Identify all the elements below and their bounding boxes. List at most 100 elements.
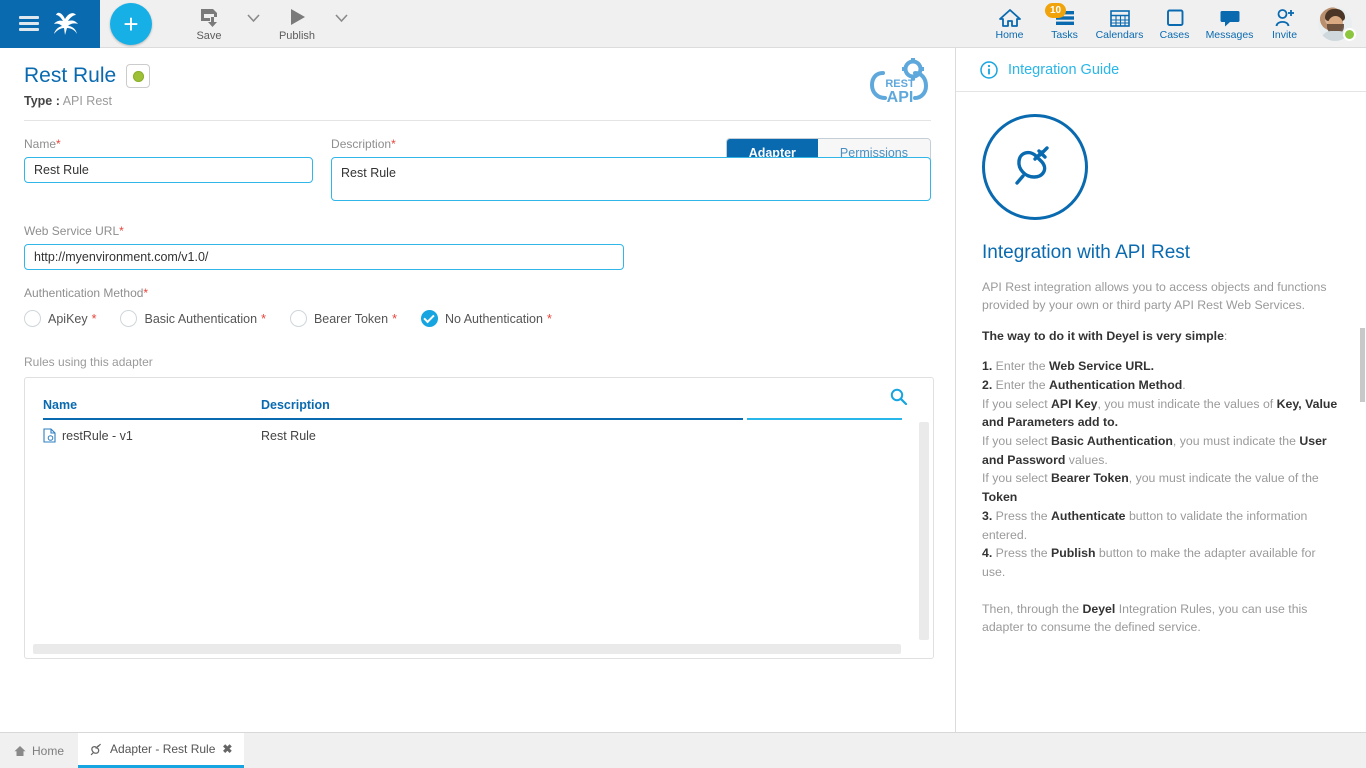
nav-messages[interactable]: Messages	[1202, 0, 1257, 48]
required-mark: *	[261, 312, 266, 326]
nav-invite[interactable]: Invite	[1257, 0, 1312, 48]
type-value: API Rest	[63, 94, 112, 108]
radio-bearer-token-label: Bearer Token	[314, 312, 388, 326]
step-4-number: 4.	[982, 546, 992, 560]
required-mark: *	[547, 312, 552, 326]
authentication-radio-row: ApiKey * Basic Authentication * Bearer T…	[24, 310, 931, 327]
integration-guide-body: Integration with API Rest API Rest integ…	[956, 92, 1366, 732]
publish-button[interactable]: Publish	[268, 6, 326, 42]
step-2-number: 2.	[982, 378, 992, 392]
required-mark: *	[92, 312, 97, 326]
table-row[interactable]: restRule - v1 Rest Rule	[25, 418, 933, 453]
type-label: Type :	[24, 94, 60, 108]
nav-home[interactable]: Home	[982, 0, 1037, 48]
guide-heading: Integration with API Rest	[982, 242, 1340, 264]
calendar-icon	[1109, 8, 1131, 28]
search-icon[interactable]	[890, 388, 907, 410]
guide-step-2: 2. Enter the Authentication Method.	[982, 376, 1340, 395]
info-icon	[980, 61, 998, 79]
publish-label: Publish	[279, 30, 315, 42]
nav-cases[interactable]: Cases	[1147, 0, 1202, 48]
close-icon[interactable]: ✖	[222, 742, 232, 756]
avatar[interactable]	[1312, 0, 1358, 48]
grid-horizontal-scrollbar[interactable]	[33, 644, 901, 654]
save-dropdown-chevron-down-icon[interactable]	[238, 14, 268, 33]
taskbar-home-item[interactable]: Home	[0, 733, 78, 768]
guide-step-1: 1. Enter the Web Service URL.	[982, 357, 1340, 376]
name-input[interactable]	[24, 157, 313, 183]
radio-no-authentication[interactable]: No Authentication *	[421, 310, 552, 327]
integration-guide-header: Integration Guide	[956, 48, 1366, 92]
required-mark: *	[143, 286, 148, 300]
hamburger-menu-icon[interactable]	[19, 16, 39, 31]
required-mark: *	[56, 137, 61, 151]
rules-grid-section: Rules using this adapter Name Descriptio…	[24, 355, 931, 659]
guide-note-apikey: If you select API Key, you must indicate…	[982, 395, 1340, 432]
adapter-form: Name* Description* Rest Rule Web Service…	[0, 121, 955, 659]
guide-outro: Then, through the Deyel Integration Rule…	[982, 600, 1340, 637]
url-field-group: Web Service URL*	[24, 224, 624, 270]
integration-guide-panel: Integration Guide Integration with API R…	[956, 48, 1366, 732]
row-description-cell: Rest Rule	[261, 429, 915, 443]
required-mark: *	[391, 137, 396, 151]
radio-basic-authentication-label: Basic Authentication	[144, 312, 257, 326]
nav-invite-label: Invite	[1272, 29, 1297, 41]
save-button[interactable]: Save	[180, 6, 238, 42]
grid-header-underline-search	[747, 418, 902, 420]
nav-tasks[interactable]: 10 Tasks	[1037, 0, 1092, 48]
plug-icon	[982, 114, 1088, 220]
page-title: Rest Rule	[24, 64, 116, 88]
step-1-number: 1.	[982, 359, 992, 373]
add-button[interactable]: +	[110, 3, 152, 45]
rules-grid-header: Name Description	[25, 378, 933, 418]
status-badge[interactable]	[126, 64, 150, 88]
radio-circle-icon	[120, 310, 137, 327]
nav-calendars[interactable]: Calendars	[1092, 0, 1147, 48]
radio-no-authentication-label: No Authentication	[445, 312, 543, 326]
type-row: Type : API Rest	[24, 94, 931, 108]
guide-step-4: 4. Press the Publish button to make the …	[982, 544, 1340, 581]
description-label: Description*	[331, 137, 931, 151]
page-header: Rest Rule Type : API Rest REST API	[0, 48, 955, 121]
integration-guide-title: Integration Guide	[1008, 62, 1119, 78]
guide-step-3: 3. Press the Authenticate button to vali…	[982, 507, 1340, 544]
rest-api-cloud-logo: REST API	[869, 56, 931, 112]
home-icon	[999, 8, 1021, 28]
online-status-dot	[1343, 28, 1356, 41]
name-field-group: Name*	[24, 137, 313, 206]
column-header-name[interactable]: Name	[43, 398, 261, 418]
document-icon	[43, 428, 56, 443]
taskbar: Home Adapter - Rest Rule ✖	[0, 732, 1366, 768]
main-content: Rest Rule Type : API Rest REST API Adapt…	[0, 48, 956, 732]
required-mark: *	[392, 312, 397, 326]
grid-vertical-scrollbar[interactable]	[919, 422, 929, 640]
publish-dropdown-chevron-down-icon[interactable]	[326, 14, 356, 33]
tasks-badge: 10	[1045, 3, 1066, 18]
radio-circle-icon	[24, 310, 41, 327]
publish-play-icon	[286, 6, 308, 28]
authentication-method-label: Authentication Method*	[24, 286, 931, 300]
rules-grid: Name Description	[24, 377, 934, 659]
description-textarea[interactable]: Rest Rule	[331, 157, 931, 201]
radio-apikey[interactable]: ApiKey *	[24, 310, 96, 327]
row-name-text: restRule - v1	[62, 429, 133, 443]
radio-basic-authentication[interactable]: Basic Authentication *	[120, 310, 265, 327]
guide-intro: API Rest integration allows you to acces…	[982, 278, 1340, 315]
web-service-url-input[interactable]	[24, 244, 624, 270]
cases-square-icon	[1164, 8, 1186, 28]
column-header-description[interactable]: Description	[261, 398, 915, 418]
taskbar-tab-adapter[interactable]: Adapter - Rest Rule ✖	[78, 733, 244, 768]
guide-scrollbar[interactable]	[1360, 328, 1365, 402]
grid-header-underline	[43, 418, 743, 420]
nav-messages-label: Messages	[1206, 29, 1254, 41]
radio-bearer-token[interactable]: Bearer Token *	[290, 310, 397, 327]
name-label: Name*	[24, 137, 313, 151]
deyel-logo-icon[interactable]	[48, 9, 82, 39]
nav-cases-label: Cases	[1160, 29, 1190, 41]
top-toolbar: + Save Publish Home	[0, 0, 1366, 48]
authentication-method-group: Authentication Method* ApiKey * Basic Au…	[24, 286, 931, 327]
top-right-nav: Home 10 Tasks Calendars	[982, 0, 1358, 48]
action-tools: Save Publish	[180, 6, 356, 42]
plug-icon	[90, 743, 103, 756]
save-label: Save	[196, 30, 221, 42]
